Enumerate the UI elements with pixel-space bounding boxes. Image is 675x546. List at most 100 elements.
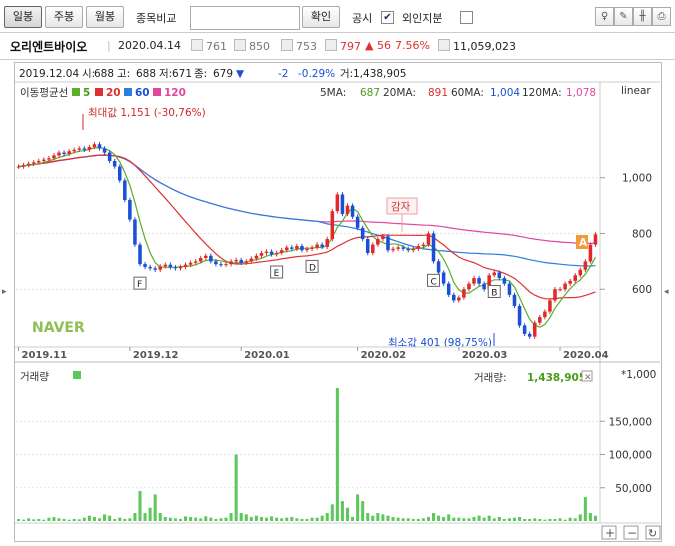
candle <box>209 255 213 262</box>
volume-bar <box>507 518 511 521</box>
volume-bar <box>502 519 506 521</box>
candle <box>406 248 410 251</box>
volume-bar <box>113 519 117 521</box>
volume-bar <box>37 519 41 521</box>
volume-bar <box>376 513 380 521</box>
marker-b-label: B <box>491 289 497 299</box>
volume-bar <box>143 513 147 521</box>
volume-bar <box>396 517 400 521</box>
candle <box>290 247 294 249</box>
candle <box>305 248 309 251</box>
candle <box>578 269 583 276</box>
marker-e-label: E <box>274 269 280 279</box>
volume-bar <box>290 517 294 521</box>
candle <box>26 163 31 166</box>
max-label: 최대값 1,151 (-30,76%) <box>88 107 206 119</box>
candle <box>446 283 451 295</box>
volume-bar <box>482 517 486 521</box>
ma60-value-label: 60MA: <box>451 87 484 99</box>
volume-bar <box>128 518 132 521</box>
candle <box>178 266 183 269</box>
volume-bar <box>168 517 172 521</box>
volume-bar <box>62 519 66 521</box>
marker-d-label: D <box>309 263 316 273</box>
candle <box>72 149 76 152</box>
volume-bar <box>17 519 21 521</box>
ma5-value: 687 <box>360 87 380 99</box>
volume-bar <box>280 518 284 521</box>
candle <box>330 211 335 240</box>
volume-tick-label: 100,000 <box>609 450 652 462</box>
volume-bar <box>199 518 203 521</box>
volume-bar <box>310 517 314 521</box>
volume-bar <box>467 518 471 521</box>
candles <box>16 142 598 339</box>
ma20-line <box>18 154 596 300</box>
a-marker-label: A <box>579 237 588 249</box>
candle <box>553 289 557 301</box>
candle <box>386 236 390 251</box>
candle <box>279 250 284 253</box>
header-low: 671 <box>172 68 192 80</box>
volume-bar <box>573 518 577 521</box>
volume-bar <box>173 518 177 521</box>
volume-bar <box>275 517 279 521</box>
candle <box>527 333 532 337</box>
candle <box>112 160 117 167</box>
candle <box>543 311 547 318</box>
volume-bar <box>518 517 522 521</box>
candle <box>381 236 385 240</box>
candle <box>401 247 405 249</box>
candle <box>310 247 314 249</box>
candle <box>538 317 542 323</box>
volume-bar <box>264 517 269 521</box>
volume-bar <box>239 513 243 521</box>
volume-bar <box>593 515 597 521</box>
volume-bar <box>224 517 228 521</box>
volume-bar <box>457 517 461 521</box>
ma5-value-label: 5MA: <box>320 87 346 99</box>
volume-bar <box>42 519 46 521</box>
zoom-controls: + − ↻ <box>601 525 661 540</box>
candle <box>436 261 441 273</box>
volume-value-label: 거래량: <box>474 372 507 384</box>
candle <box>350 205 355 217</box>
candle <box>143 264 147 267</box>
candle <box>123 180 127 201</box>
price-tick-label: 600 <box>632 284 652 296</box>
date-tick-label: 2019.11 <box>22 350 68 361</box>
volume-grid <box>16 420 605 489</box>
volume-bar <box>52 517 56 521</box>
candle <box>229 261 233 265</box>
volume-bar <box>568 517 572 521</box>
candle <box>77 148 82 150</box>
candle <box>42 159 46 161</box>
candle <box>239 259 243 263</box>
header-high-label: 고: <box>117 68 130 80</box>
volume-bar <box>118 517 122 521</box>
volume-bar <box>477 515 481 521</box>
candle <box>507 283 512 295</box>
candle <box>462 289 466 298</box>
volume-bar <box>386 515 390 521</box>
candle <box>593 234 598 245</box>
stock-chart[interactable]: 2019.12.04 시: 688 고: 688 저: 671 종: 679 ▼… <box>0 0 675 546</box>
candle <box>47 158 51 160</box>
date-tick-label: 2020.04 <box>563 350 609 361</box>
volume-bar <box>320 515 324 521</box>
candle <box>376 239 380 245</box>
volume-bar <box>229 513 233 521</box>
ma-lines <box>18 146 597 328</box>
volume-bar <box>254 515 258 521</box>
candle <box>133 219 137 245</box>
candle <box>173 267 178 269</box>
volume-bar <box>432 513 436 521</box>
volume-bar <box>447 514 451 521</box>
ma60-value: 1,004 <box>490 87 520 99</box>
candle <box>416 246 421 249</box>
candle <box>391 248 395 251</box>
candle <box>320 244 324 247</box>
candle <box>472 278 476 284</box>
volume-bar <box>406 518 410 521</box>
candle <box>214 261 218 265</box>
